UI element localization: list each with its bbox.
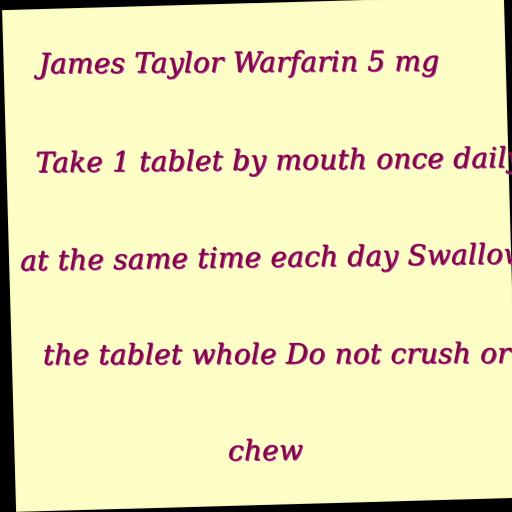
prescription-note: James Taylor Warfarin 5 mg Take 1 tablet… <box>3 0 512 511</box>
swallow-instruction-line: the tablet whole Do not crush or <box>42 336 511 372</box>
dosage-instruction-line: Take 1 tablet by mouth once daily <box>35 141 512 180</box>
patient-medication-line: James Taylor Warfarin 5 mg <box>38 44 440 81</box>
timing-instruction-line: at the same time each day Swallow <box>19 237 512 278</box>
screen: James Taylor Warfarin 5 mg Take 1 tablet… <box>0 0 512 512</box>
final-instruction-line: chew <box>227 433 304 468</box>
